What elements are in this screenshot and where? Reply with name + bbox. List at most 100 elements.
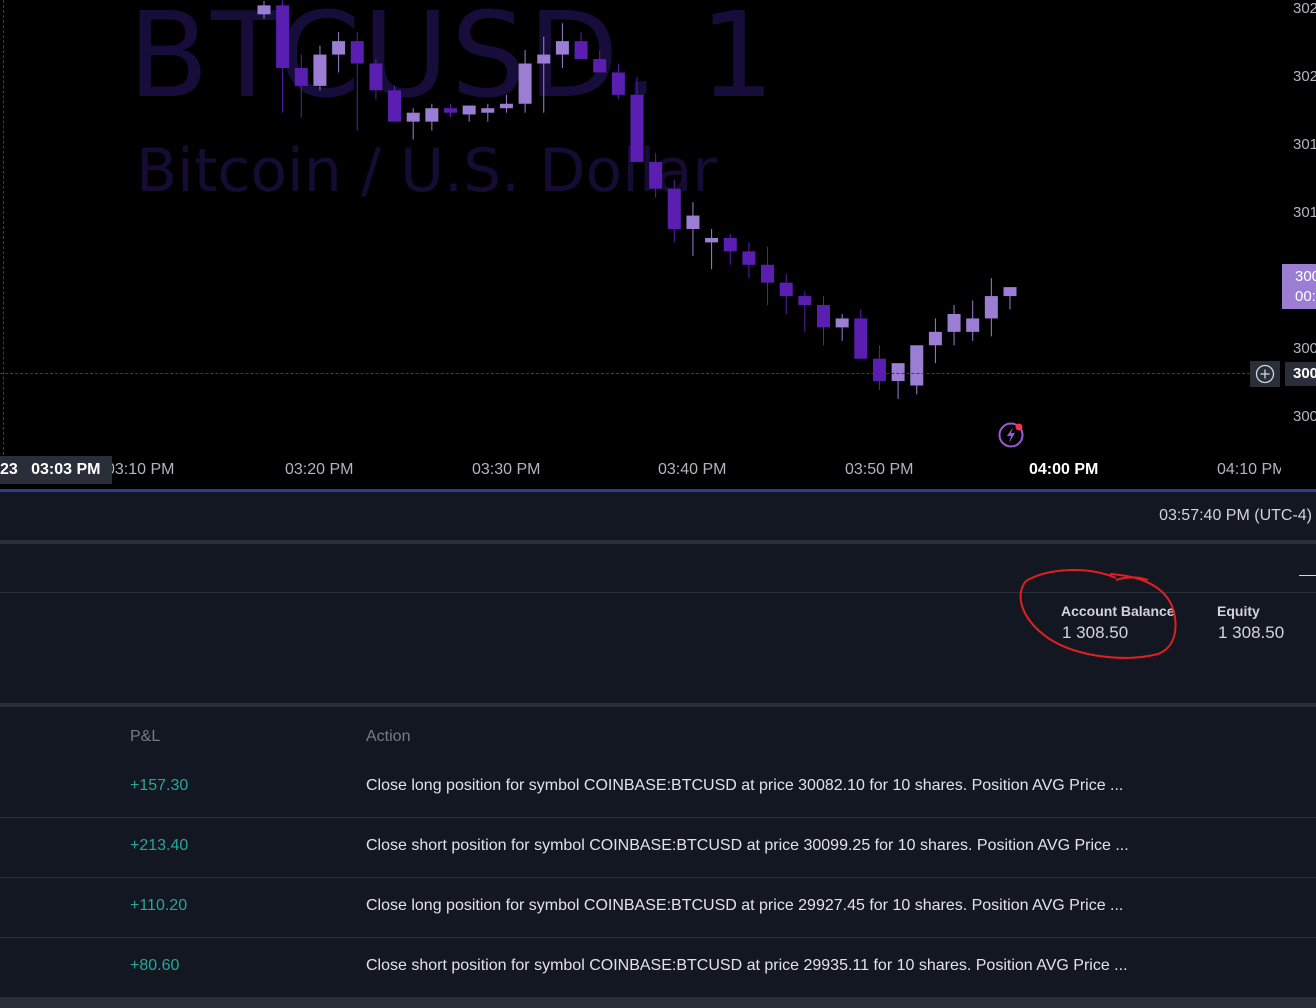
candle (723, 233, 737, 265)
action-text: Close long position for symbol COINBASE:… (366, 897, 1124, 914)
candle-body (425, 108, 439, 122)
timezone-clock[interactable]: 03:57:40 PM (UTC-4) (1159, 507, 1312, 525)
candle (425, 103, 439, 131)
candle (984, 278, 998, 337)
candle-body (388, 90, 402, 122)
x-tick-label: 03:50 PM (845, 461, 914, 478)
x-tick-label: 04:00 PM (1029, 461, 1099, 478)
crosshair-price-label: 300 (1285, 362, 1316, 386)
candle (742, 242, 756, 279)
candle (1003, 287, 1017, 310)
y-tick-label: 302 (1293, 0, 1316, 17)
table-row[interactable]: +213.40 Close short position for symbol … (0, 818, 1316, 878)
equity-value: 1 308.50 (1218, 623, 1285, 642)
x-tick-label: 03:30 PM (472, 461, 541, 478)
candle (798, 291, 812, 332)
candle (406, 108, 420, 140)
candle (928, 318, 942, 364)
x-tick-label: 04:10 PM (1217, 461, 1281, 478)
candle-body (742, 251, 756, 265)
candle-body (835, 318, 849, 328)
candle (537, 36, 551, 113)
candle (835, 313, 849, 341)
candle (574, 32, 588, 60)
panel-separator (0, 540, 1316, 544)
bar-countdown: 00: (1295, 288, 1316, 305)
candle-body (294, 67, 308, 86)
x-tick-label: 03:10 PM (106, 461, 175, 478)
candle (966, 300, 980, 341)
candle-body (499, 103, 513, 109)
candle (761, 246, 775, 306)
candle (649, 152, 663, 198)
time-status-bar: 03:57:40 PM (UTC-4) (0, 492, 1316, 540)
equity-label: Equity (1217, 603, 1260, 619)
price-chart[interactable]: BTCUSD, 1 Bitcoin / U.S. Dollar 302 302 … (0, 0, 1316, 490)
pl-value: +157.30 (130, 777, 189, 794)
y-tick-label: 301 (1293, 204, 1316, 221)
candle (667, 179, 681, 243)
candle-body (1003, 287, 1017, 297)
candle-body (649, 161, 663, 189)
x-tick-label: 03:40 PM (658, 461, 727, 478)
lightning-icon[interactable] (997, 420, 1027, 450)
action-text: Close long position for symbol COINBASE:… (366, 777, 1124, 794)
table-row[interactable]: +110.20 Close long position for symbol C… (0, 878, 1316, 938)
candle (332, 32, 346, 73)
column-header-action[interactable]: Action (366, 728, 410, 746)
candle-body (798, 296, 812, 306)
candle (444, 103, 457, 118)
candle (518, 50, 532, 113)
pl-value: +213.40 (130, 837, 189, 854)
candle-body (574, 41, 588, 60)
candle-body (872, 358, 886, 382)
candlestick-series (257, 0, 1017, 399)
y-tick-label: 300 (1293, 408, 1316, 425)
candle (499, 94, 513, 113)
candle-body (761, 264, 775, 283)
y-tick-label: 300 (1293, 340, 1316, 357)
hand-drawn-circle-annotation (1019, 569, 1177, 659)
crosshair-time-text: 23 03:03 PM (0, 461, 101, 478)
crosshair-time-label: 23 03:03 PM (0, 456, 112, 484)
action-text: Close short position for symbol COINBASE… (366, 837, 1129, 854)
candle (481, 103, 495, 122)
candle-body (947, 313, 961, 332)
candle (854, 309, 868, 359)
candle (872, 345, 886, 390)
add-alert-button[interactable] (1250, 361, 1280, 387)
candle (257, 0, 271, 19)
candle-body (984, 296, 998, 319)
candle (686, 202, 700, 256)
action-text: Close short position for symbol COINBASE… (366, 957, 1128, 974)
table-row[interactable]: +80.60 Close short position for symbol C… (0, 938, 1316, 998)
candle (369, 59, 383, 100)
candle (910, 345, 924, 395)
pl-value: +110.20 (130, 897, 188, 914)
horizontal-scrollbar[interactable] (0, 997, 1316, 1008)
candle-body (630, 94, 644, 162)
candle-body (462, 105, 476, 115)
candle (462, 105, 476, 122)
table-row[interactable]: +157.30 Close long position for symbol C… (0, 758, 1316, 818)
pl-value: +80.60 (130, 957, 180, 974)
candle (611, 63, 625, 100)
candle-body (593, 59, 607, 73)
minimize-icon[interactable] (1299, 575, 1316, 576)
y-tick-label: 302 (1293, 68, 1316, 85)
candle (947, 305, 961, 346)
candle-body (686, 215, 700, 229)
candle-body (667, 188, 681, 229)
candle (555, 23, 569, 68)
candle-body (928, 331, 942, 346)
candle (779, 273, 793, 314)
candle-body (555, 41, 569, 55)
column-header-pl[interactable]: P&L (130, 728, 160, 746)
candle-body (257, 5, 271, 15)
candle (350, 32, 364, 131)
candle-body (444, 108, 457, 113)
candle-body (313, 54, 327, 86)
candle-body (518, 63, 532, 104)
candle (276, 0, 290, 113)
candle-body (481, 108, 495, 113)
